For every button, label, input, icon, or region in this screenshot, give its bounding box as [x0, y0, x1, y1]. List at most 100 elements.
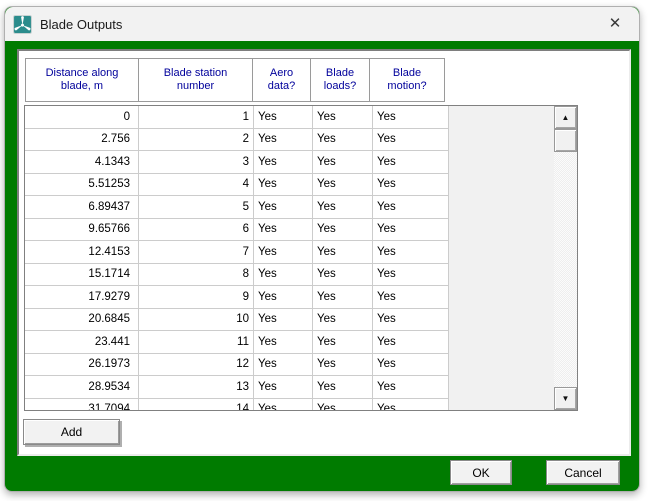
table-row: 2.756 2 Yes Yes Yes	[25, 129, 449, 152]
cell-distance[interactable]: 17.9279	[25, 286, 139, 308]
cell-blade-loads[interactable]: Yes	[313, 174, 373, 196]
cell-blade-motion[interactable]: Yes	[373, 286, 449, 308]
vertical-scrollbar[interactable]: ▲ ▼	[554, 106, 577, 410]
cell-station[interactable]: 13	[139, 376, 254, 398]
cell-station[interactable]: 11	[139, 331, 254, 353]
cell-distance[interactable]: 12.4153	[25, 241, 139, 263]
blade-outputs-dialog: Blade Outputs ✕ Distance along blade, m …	[4, 6, 640, 492]
wind-turbine-icon	[13, 15, 32, 34]
cell-station[interactable]: 14	[139, 399, 254, 411]
cell-blade-loads[interactable]: Yes	[313, 129, 373, 151]
cell-aero-data[interactable]: Yes	[254, 399, 313, 411]
cell-blade-motion[interactable]: Yes	[373, 399, 449, 411]
cell-blade-motion[interactable]: Yes	[373, 376, 449, 398]
cell-blade-loads[interactable]: Yes	[313, 219, 373, 241]
cell-station[interactable]: 1	[139, 106, 254, 128]
cell-aero-data[interactable]: Yes	[254, 196, 313, 218]
column-header-distance: Distance along blade, m	[25, 58, 139, 102]
cell-station[interactable]: 12	[139, 354, 254, 376]
cell-blade-loads[interactable]: Yes	[313, 376, 373, 398]
table-row: 9.65766 6 Yes Yes Yes	[25, 219, 449, 242]
cell-blade-motion[interactable]: Yes	[373, 331, 449, 353]
cancel-button[interactable]: Cancel	[546, 460, 620, 485]
cell-blade-motion[interactable]: Yes	[373, 264, 449, 286]
cell-distance[interactable]: 4.1343	[25, 151, 139, 173]
cell-blade-loads[interactable]: Yes	[313, 309, 373, 331]
cell-station[interactable]: 7	[139, 241, 254, 263]
table-row: 0 1 Yes Yes Yes	[25, 106, 449, 129]
cell-blade-motion[interactable]: Yes	[373, 106, 449, 128]
cell-aero-data[interactable]: Yes	[254, 309, 313, 331]
cell-station[interactable]: 3	[139, 151, 254, 173]
cell-aero-data[interactable]: Yes	[254, 151, 313, 173]
scroll-down-button[interactable]: ▼	[554, 387, 577, 410]
window-title: Blade Outputs	[40, 17, 122, 32]
scroll-up-button[interactable]: ▲	[554, 106, 577, 129]
cell-station[interactable]: 6	[139, 219, 254, 241]
cell-distance[interactable]: 5.51253	[25, 174, 139, 196]
cell-aero-data[interactable]: Yes	[254, 376, 313, 398]
table-row: 28.9534 13 Yes Yes Yes	[25, 376, 449, 399]
cell-blade-motion[interactable]: Yes	[373, 219, 449, 241]
cell-station[interactable]: 2	[139, 129, 254, 151]
cell-aero-data[interactable]: Yes	[254, 174, 313, 196]
cell-blade-loads[interactable]: Yes	[313, 286, 373, 308]
cell-aero-data[interactable]: Yes	[254, 219, 313, 241]
cell-distance[interactable]: 20.6845	[25, 309, 139, 331]
cell-distance[interactable]: 28.9534	[25, 376, 139, 398]
cell-blade-motion[interactable]: Yes	[373, 196, 449, 218]
cell-blade-loads[interactable]: Yes	[313, 264, 373, 286]
cell-station[interactable]: 10	[139, 309, 254, 331]
cell-station[interactable]: 5	[139, 196, 254, 218]
cell-blade-motion[interactable]: Yes	[373, 129, 449, 151]
cell-distance[interactable]: 6.89437	[25, 196, 139, 218]
table-row: 17.9279 9 Yes Yes Yes	[25, 286, 449, 309]
cell-blade-loads[interactable]: Yes	[313, 106, 373, 128]
cell-distance[interactable]: 0	[25, 106, 139, 128]
cell-blade-motion[interactable]: Yes	[373, 354, 449, 376]
cell-blade-loads[interactable]: Yes	[313, 399, 373, 411]
cell-distance[interactable]: 23.441	[25, 331, 139, 353]
cell-station[interactable]: 4	[139, 174, 254, 196]
table-row: 4.1343 3 Yes Yes Yes	[25, 151, 449, 174]
title-bar[interactable]: Blade Outputs ✕	[5, 7, 639, 41]
cell-distance[interactable]: 15.1714	[25, 264, 139, 286]
cell-distance[interactable]: 9.65766	[25, 219, 139, 241]
cell-aero-data[interactable]: Yes	[254, 264, 313, 286]
table-rows: 0 1 Yes Yes Yes 2.756 2 Yes Yes Yes 4.13…	[25, 106, 449, 410]
cell-aero-data[interactable]: Yes	[254, 241, 313, 263]
cell-blade-loads[interactable]: Yes	[313, 331, 373, 353]
cell-blade-motion[interactable]: Yes	[373, 241, 449, 263]
cell-aero-data[interactable]: Yes	[254, 129, 313, 151]
table-body-region: 0 1 Yes Yes Yes 2.756 2 Yes Yes Yes 4.13…	[24, 105, 578, 411]
cell-aero-data[interactable]: Yes	[254, 354, 313, 376]
cell-aero-data[interactable]: Yes	[254, 286, 313, 308]
cell-blade-loads[interactable]: Yes	[313, 151, 373, 173]
table-row: 5.51253 4 Yes Yes Yes	[25, 174, 449, 197]
close-icon[interactable]: ✕	[605, 14, 625, 34]
ok-button[interactable]: OK	[450, 460, 512, 485]
cell-blade-loads[interactable]: Yes	[313, 241, 373, 263]
cell-blade-motion[interactable]: Yes	[373, 174, 449, 196]
cell-aero-data[interactable]: Yes	[254, 106, 313, 128]
cell-blade-motion[interactable]: Yes	[373, 151, 449, 173]
cell-blade-loads[interactable]: Yes	[313, 196, 373, 218]
table-row: 15.1714 8 Yes Yes Yes	[25, 264, 449, 287]
scroll-up-icon: ▲	[562, 114, 570, 122]
cell-aero-data[interactable]: Yes	[254, 331, 313, 353]
scrollbar-thumb[interactable]	[554, 129, 577, 152]
cell-blade-motion[interactable]: Yes	[373, 309, 449, 331]
content-panel: Distance along blade, m Blade station nu…	[17, 49, 631, 456]
table-row: 23.441 11 Yes Yes Yes	[25, 331, 449, 354]
cell-station[interactable]: 9	[139, 286, 254, 308]
cell-distance[interactable]: 31.7094	[25, 399, 139, 411]
cell-station[interactable]: 8	[139, 264, 254, 286]
column-header-motion: Blade motion?	[369, 58, 445, 102]
table-header: Distance along blade, m Blade station nu…	[25, 58, 445, 102]
add-button[interactable]: Add	[23, 419, 120, 445]
cell-distance[interactable]: 26.1973	[25, 354, 139, 376]
cell-distance[interactable]: 2.756	[25, 129, 139, 151]
column-header-loads: Blade loads?	[310, 58, 370, 102]
table-row: 20.6845 10 Yes Yes Yes	[25, 309, 449, 332]
cell-blade-loads[interactable]: Yes	[313, 354, 373, 376]
